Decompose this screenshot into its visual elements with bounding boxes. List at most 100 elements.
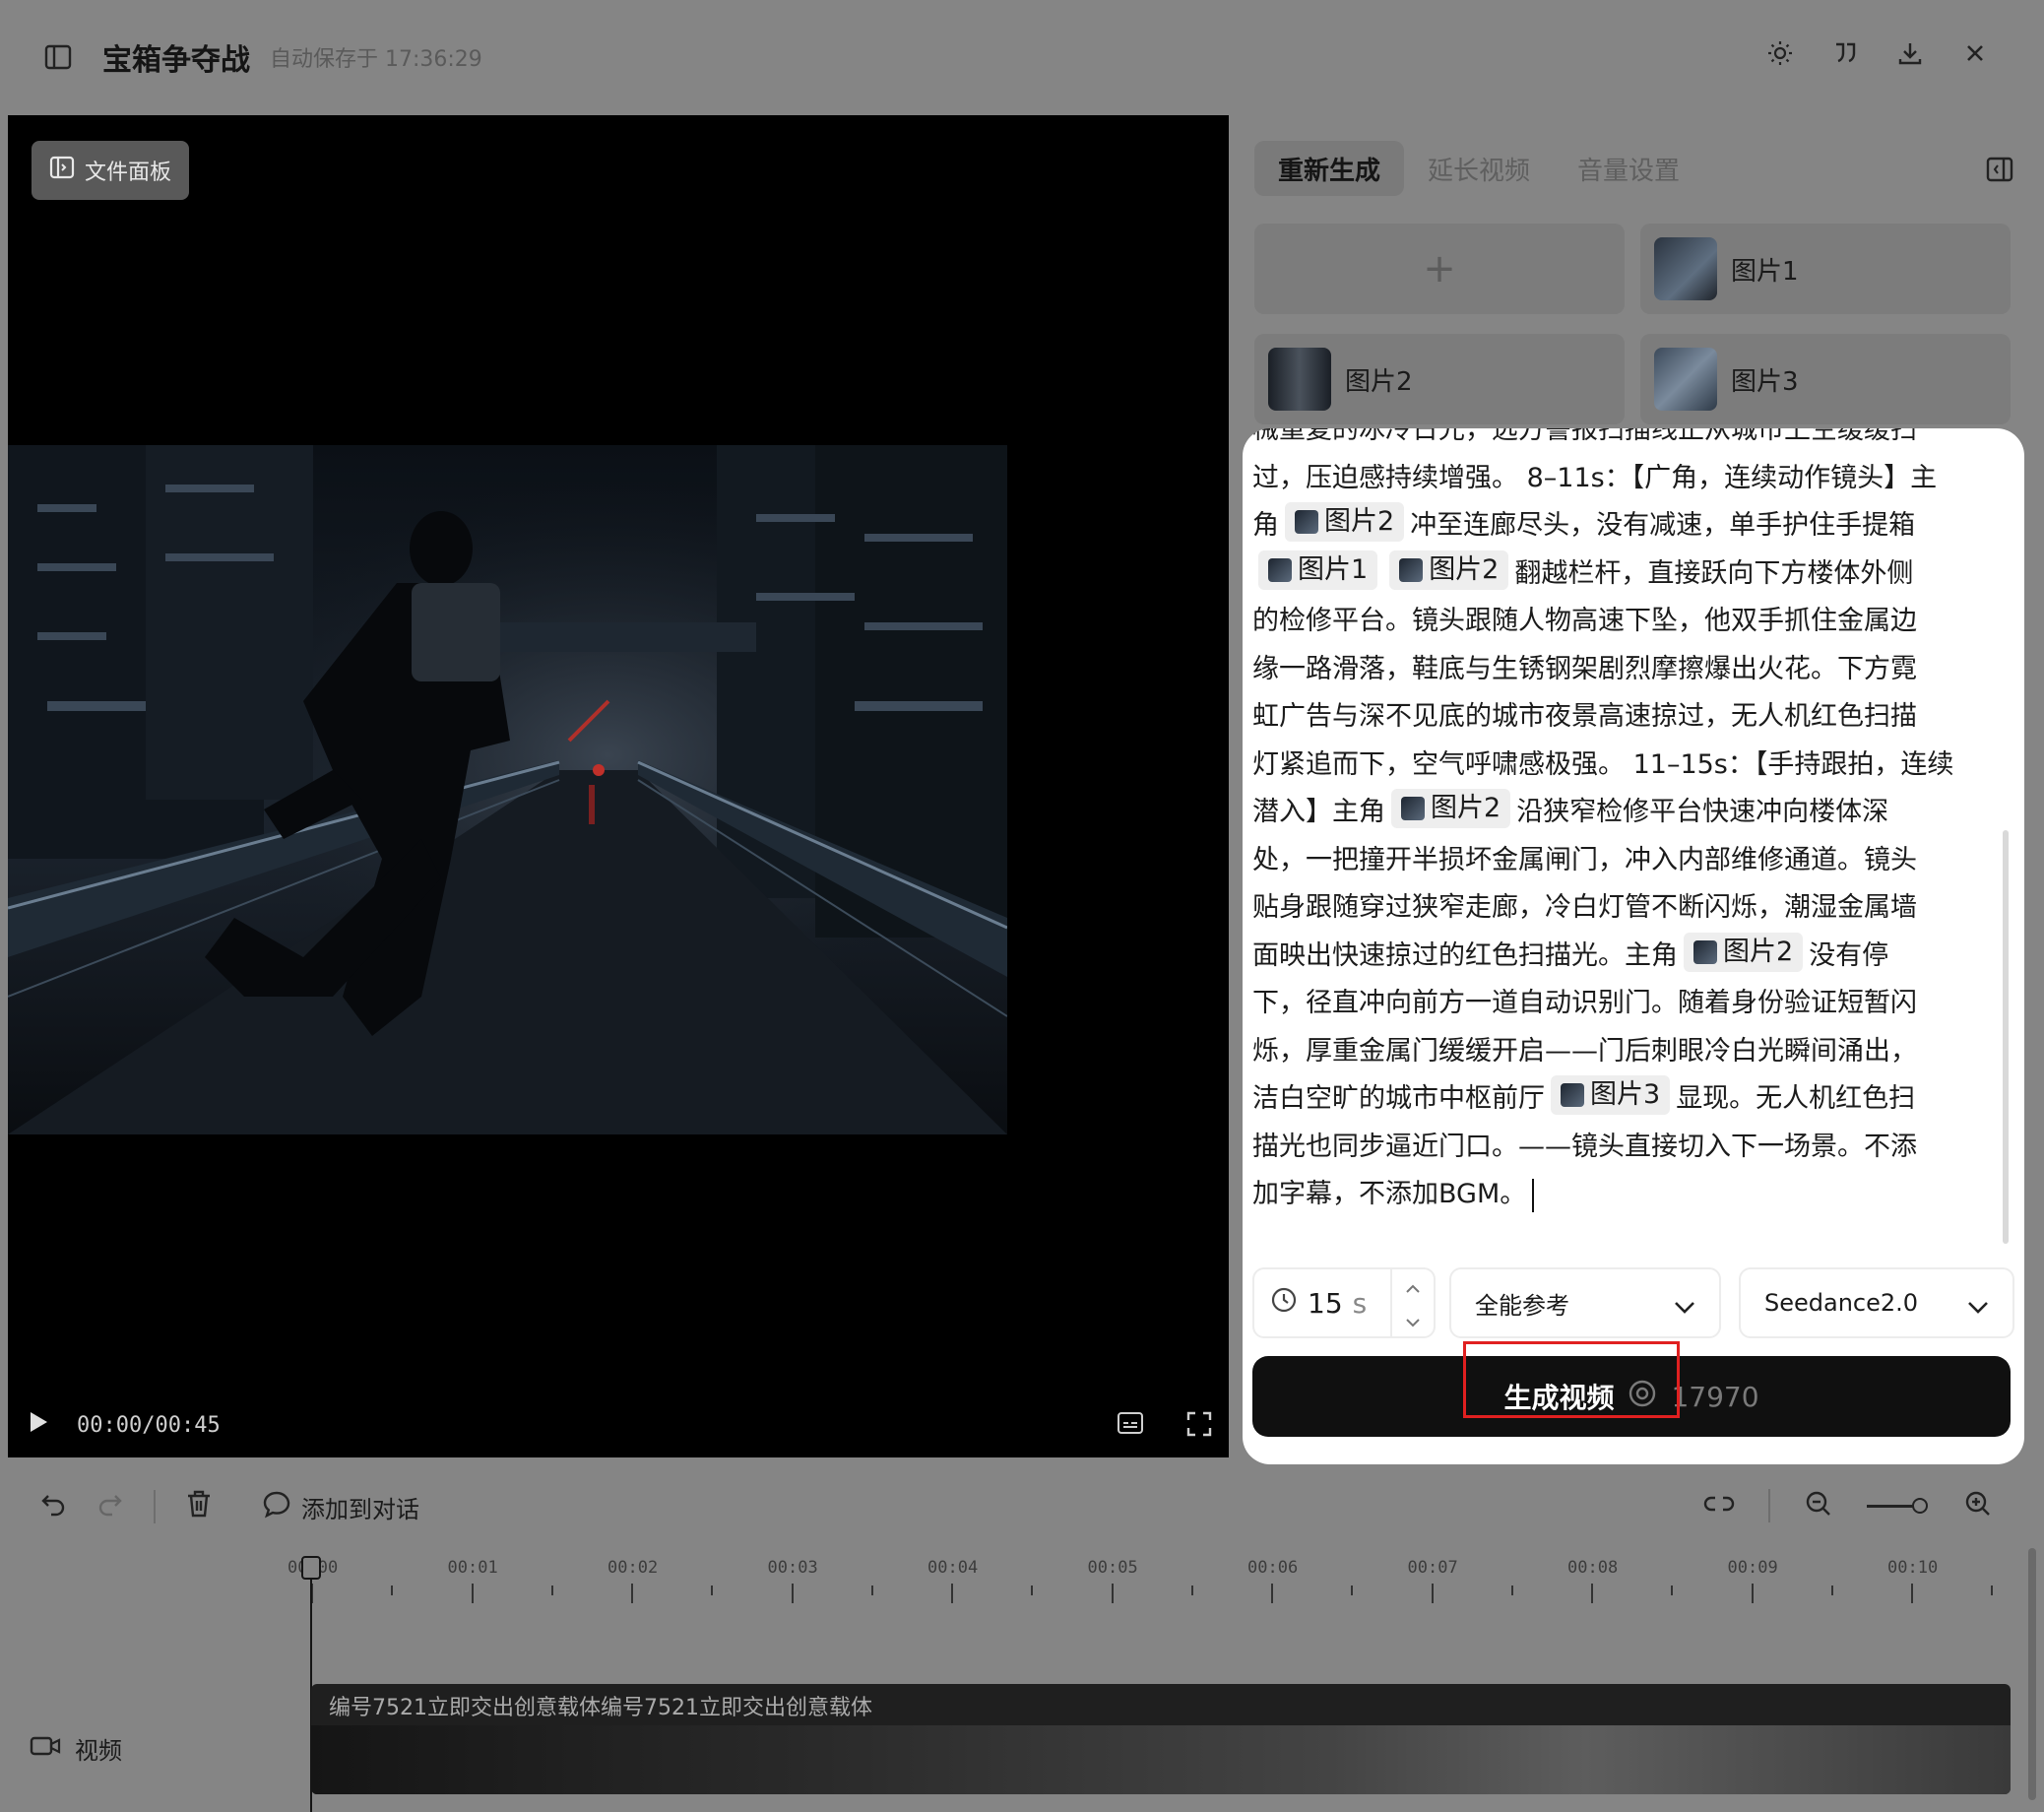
generation-options: 15 s 全能参考 Seedance2.0 <box>1252 1267 2014 1338</box>
prompt-line: 虹广告与深不见底的城市夜景高速掠过，无人机红色扫描 <box>1252 693 2001 742</box>
add-to-chat-button[interactable]: 添加到对话 <box>262 1489 419 1524</box>
prompt-text: 冲至连廊尽头，没有减速，单手护住手提箱 <box>1410 510 1916 541</box>
toolbar-divider <box>154 1490 156 1523</box>
image-reference-tag[interactable]: 图片1 <box>1258 550 1378 590</box>
prompt-textarea[interactable]: 械重复的冰冷日光，远方警报扫描线正从城市上空缓缓扫 过，压迫感持续增强。 8–11… <box>1252 428 2001 1246</box>
ruler-minor-tick <box>1351 1586 1354 1595</box>
close-icon[interactable] <box>1961 39 1989 67</box>
ruler-minor-tick <box>1510 1586 1513 1595</box>
prompt-line: 洁白空旷的城市中枢前厅 图片3 显现。无人机红色扫 <box>1252 1075 2001 1124</box>
chevron-down-icon <box>1967 1293 1989 1321</box>
play-icon[interactable] <box>28 1410 49 1440</box>
prompt-scrollbar[interactable] <box>2003 830 2009 1244</box>
image-card-3[interactable]: 图片3 <box>1640 334 2011 424</box>
model-select[interactable]: Seedance2.0 <box>1739 1267 2014 1338</box>
timeline-toolbar: 添加到对话 <box>0 1467 2044 1546</box>
image-reference-label: 图片2 <box>1431 793 1501 823</box>
panel-tabs: 重新生成 延长视频 音量设置 <box>1254 141 1703 196</box>
ruler-tick-label: 00:07 <box>1407 1558 1458 1578</box>
zoom-in-icon[interactable] <box>1963 1489 1993 1522</box>
prompt-text: 的检修平台。镜头跟随人物高速下坠，他双手抓住金属边 <box>1252 606 1917 636</box>
title-bar: 宝箱争夺战 自动保存于 17:36:29 <box>0 0 2044 114</box>
ruler-tick-label: 00:10 <box>1887 1558 1939 1578</box>
prompt-line: 潜入】主角 图片2 沿狭窄检修平台快速冲向楼体深 <box>1252 789 2001 837</box>
image-reference-tag[interactable]: 图片2 <box>1285 502 1405 542</box>
image-reference-thumbnail <box>1268 557 1292 582</box>
zoom-slider[interactable] <box>1867 1491 1930 1521</box>
decrement-icon[interactable] <box>1405 1306 1421 1333</box>
ruler-tick-label: 00:05 <box>1087 1558 1138 1578</box>
ruler-major-tick <box>1591 1584 1593 1603</box>
duration-stepper[interactable]: 15 s <box>1252 1267 1436 1338</box>
ruler-major-tick <box>471 1584 474 1603</box>
image-reference-label: 图片2 <box>1324 506 1395 537</box>
add-to-chat-label: 添加到对话 <box>301 1495 419 1523</box>
autosave-status: 自动保存于 17:36:29 <box>270 47 482 72</box>
ruler-minor-tick <box>870 1586 873 1595</box>
tab-regenerate[interactable]: 重新生成 <box>1254 141 1405 196</box>
timeline-scrollbar[interactable] <box>2028 1548 2036 1800</box>
delete-icon[interactable] <box>185 1489 213 1524</box>
playhead-handle[interactable] <box>301 1556 321 1580</box>
prompt-text: 显现。无人机红色扫 <box>1676 1083 1916 1114</box>
project-title[interactable]: 宝箱争夺战 <box>102 35 250 79</box>
prompt-text: 沿狭窄检修平台快速冲向楼体深 <box>1516 797 1889 827</box>
playback-time: 00:00/00:45 <box>77 1412 221 1438</box>
file-panel-button[interactable]: 文件面板 <box>32 141 190 200</box>
prompt-line: 图片1 图片2 翻越栏杆，直接跃向下方楼体外侧 <box>1252 550 2001 599</box>
video-player[interactable]: 文件面板 00:00/00:45 <box>8 115 1229 1457</box>
link-icon[interactable] <box>1703 1494 1735 1518</box>
download-icon[interactable] <box>1896 39 1924 67</box>
tab-extend-video[interactable]: 延长视频 <box>1404 141 1554 196</box>
generate-cost: 17970 <box>1671 1380 1759 1413</box>
image-reference-thumbnail <box>1399 557 1424 582</box>
image-card-label: 图片3 <box>1731 366 1799 397</box>
ruler-tick-label: 00:03 <box>767 1558 818 1578</box>
undo-icon[interactable] <box>39 1490 67 1523</box>
image-card-1[interactable]: 图片1 <box>1640 224 2011 314</box>
clip-thumbnails <box>311 1725 2011 1794</box>
clock-icon <box>1270 1286 1298 1320</box>
track-name: 视频 <box>75 1737 122 1765</box>
image-reference-tag[interactable]: 图片3 <box>1551 1075 1671 1115</box>
zoom-slider-handle[interactable] <box>1912 1498 1928 1514</box>
duration-value: 15 <box>1308 1286 1343 1320</box>
ruler-major-tick <box>791 1584 794 1603</box>
image-reference-label: 图片1 <box>1298 553 1369 585</box>
text-cursor <box>1532 1178 1535 1212</box>
prompt-text: 加字幕，不添加BGM。 <box>1252 1179 1527 1209</box>
image-reference-tag[interactable]: 图片2 <box>1391 789 1511 828</box>
ruler-tick-label: 00:01 <box>447 1558 498 1578</box>
theme-sun-icon[interactable] <box>1766 39 1794 67</box>
collapse-panel-icon[interactable] <box>1985 155 2014 188</box>
image-card-label: 图片2 <box>1345 366 1413 397</box>
ruler-minor-tick <box>1671 1586 1674 1595</box>
image-reference-thumbnail <box>1693 939 1717 964</box>
video-clip[interactable]: 编号7521立即交出创意载体编号7521立即交出创意载体 <box>311 1684 2011 1794</box>
image-reference-tag[interactable]: 图片2 <box>1389 550 1509 590</box>
redo-icon[interactable] <box>96 1490 124 1523</box>
prompt-line: 缘一路滑落，鞋底与生锈钢架剧烈摩擦爆出火花。下方霓 <box>1252 646 2001 694</box>
ruler-major-tick <box>1111 1584 1114 1603</box>
image-reference-label: 图片3 <box>1590 1079 1661 1110</box>
prompt-line: 面映出快速掠过的红色扫描光。主角 图片2 没有停 <box>1252 932 2001 981</box>
fullscreen-icon[interactable] <box>1185 1410 1213 1442</box>
subtitle-icon[interactable] <box>1117 1410 1144 1442</box>
image-reference-tag[interactable]: 图片2 <box>1684 932 1804 972</box>
panel-icon <box>49 155 75 186</box>
image-card-2[interactable]: 图片2 <box>1254 334 1625 424</box>
sidebar-toggle-icon[interactable] <box>43 42 73 72</box>
add-image-card[interactable]: + <box>1254 224 1625 314</box>
quote-icon[interactable] <box>1831 39 1859 67</box>
tab-volume-settings[interactable]: 音量设置 <box>1554 141 1703 196</box>
prompt-text: 灯紧追而下，空气呼啸感极强。 11–15s：【手持跟拍，连续 <box>1252 748 1954 780</box>
chat-bubble-icon <box>262 1489 291 1524</box>
image-reference-thumbnail <box>1401 797 1425 820</box>
prompt-text: 贴身跟随穿过狭窄走廊，冷白灯管不断闪烁，潮湿金属墙 <box>1252 892 1917 923</box>
reference-mode-select[interactable]: 全能参考 <box>1449 1267 1721 1338</box>
prompt-text: 过，压迫感持续增强。 8–11s：【广角，连续动作镜头】主 <box>1252 462 1938 493</box>
image-card-label: 图片1 <box>1731 256 1799 287</box>
zoom-out-icon[interactable] <box>1804 1489 1833 1522</box>
ruler-major-tick <box>951 1584 953 1603</box>
increment-icon[interactable] <box>1405 1272 1421 1300</box>
